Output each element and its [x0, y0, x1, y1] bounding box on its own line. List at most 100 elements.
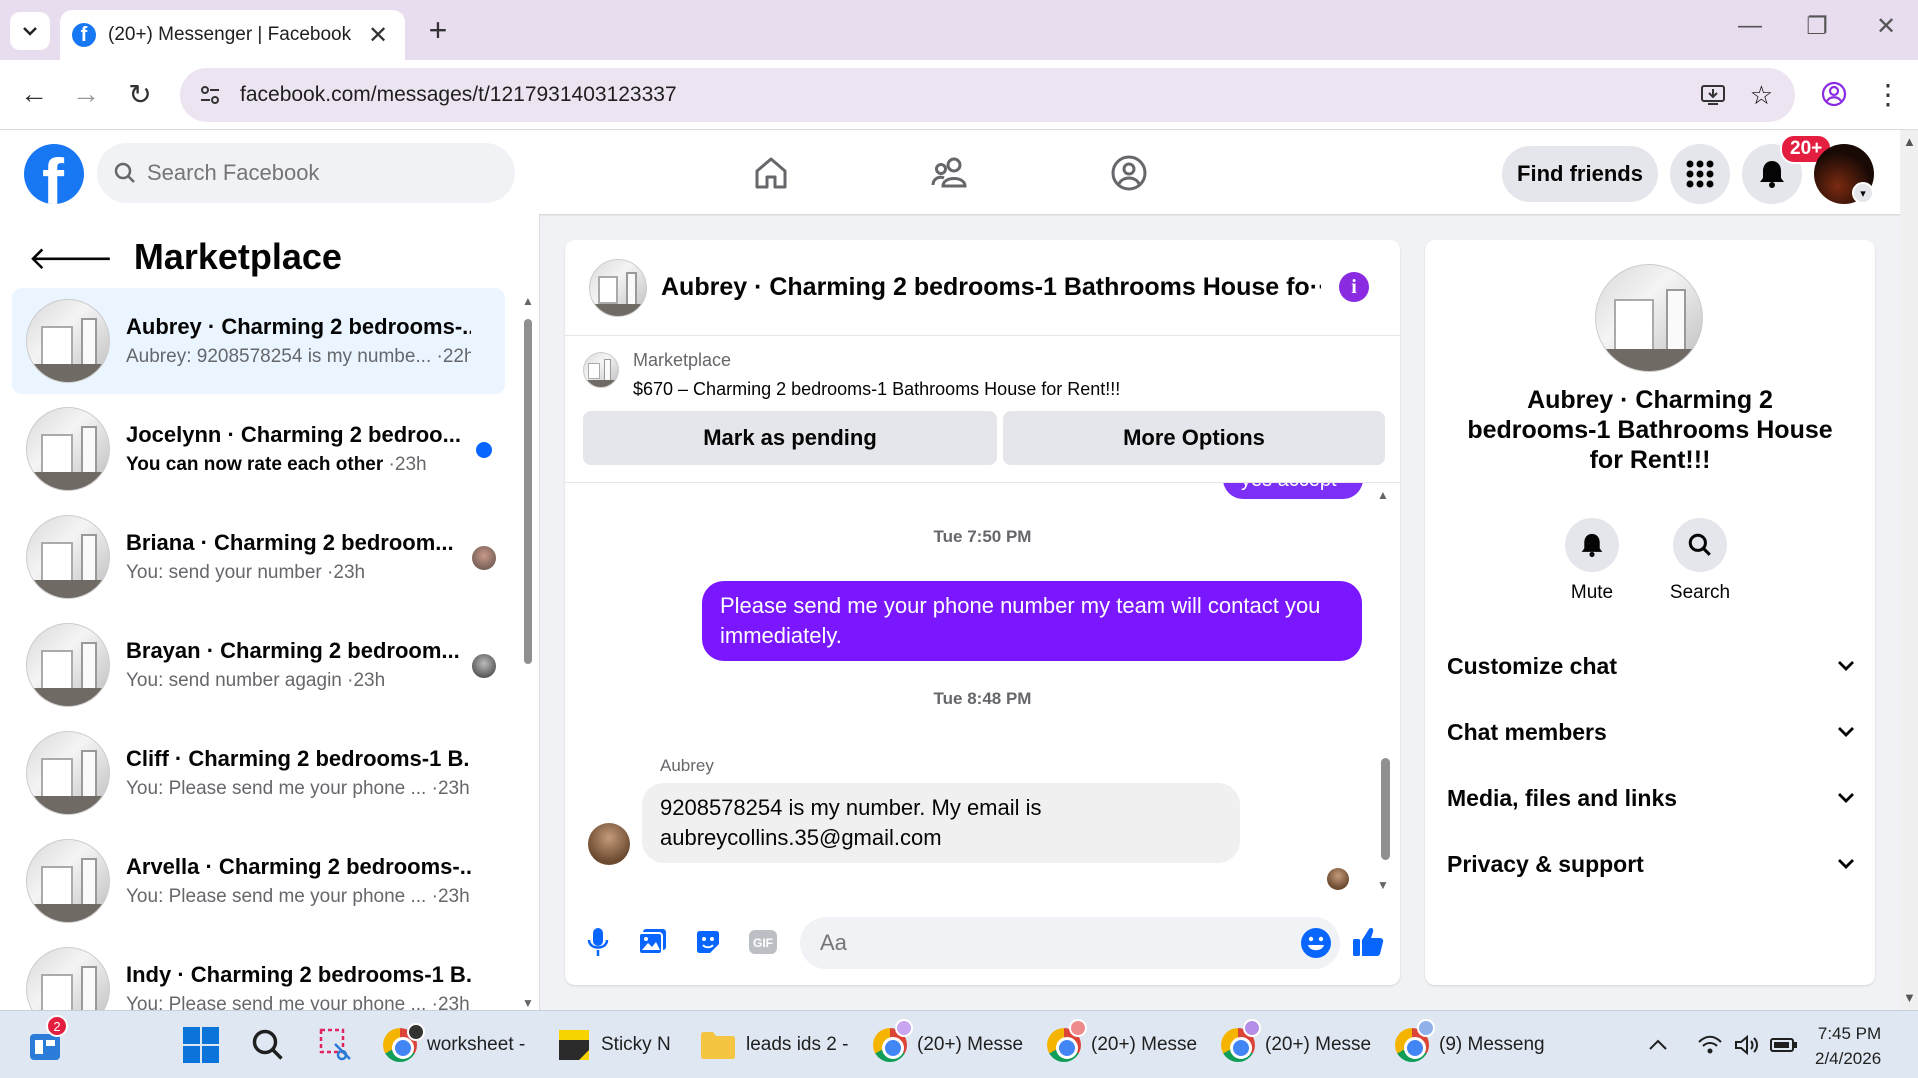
chat-listing-thumbnail[interactable]: [589, 258, 647, 317]
chevron-down-icon: [1838, 727, 1854, 737]
unread-indicator: [476, 442, 492, 458]
new-tab-button[interactable]: +: [420, 12, 456, 49]
menu-grid-button[interactable]: [1670, 144, 1730, 204]
search-conversation-button[interactable]: Search: [1660, 518, 1740, 604]
chevron-down-icon: [1838, 793, 1854, 803]
taskbar-app-file-explorer[interactable]: leads ids 2 -: [700, 1023, 848, 1067]
privacy-support-row[interactable]: Privacy & support: [1447, 844, 1855, 884]
listing-banner[interactable]: Marketplace $670 – Charming 2 bedrooms-1…: [583, 350, 1120, 400]
tab-close-icon[interactable]: ✕: [363, 21, 393, 50]
search-label: Search: [1669, 582, 1731, 603]
conversation-item[interactable]: Jocelynn · Charming 2 bedroo... You can …: [12, 396, 505, 502]
conversation-list-scrollbar[interactable]: ▲ ▼: [522, 294, 534, 1010]
groups-icon[interactable]: [1106, 150, 1152, 196]
photo-icon[interactable]: [635, 924, 671, 960]
scroll-down-icon[interactable]: ▼: [1903, 990, 1916, 1005]
conversation-preview: You: Please send me your phone ...: [126, 778, 427, 799]
start-button[interactable]: [182, 1023, 220, 1067]
info-icon[interactable]: i: [1339, 272, 1369, 302]
listing-thumbnail: [26, 623, 110, 707]
conversation-item[interactable]: Aubrey · Charming 2 bedrooms-... Aubrey:…: [12, 288, 505, 394]
microphone-icon[interactable]: [580, 924, 616, 960]
customize-chat-row[interactable]: Customize chat: [1447, 646, 1855, 686]
system-clock[interactable]: 7:45 PM 2/4/2026: [1815, 1021, 1881, 1071]
wifi-icon[interactable]: [1697, 1023, 1723, 1067]
page-scrollbar[interactable]: ▲ ▼: [1900, 130, 1918, 1010]
conversation-item[interactable]: Briana · Charming 2 bedroom... You: send…: [12, 504, 505, 610]
scroll-down-icon[interactable]: ▼: [522, 996, 534, 1010]
facebook-search-bar[interactable]: [97, 143, 515, 203]
install-app-icon[interactable]: [1700, 83, 1726, 107]
scrollbar-thumb[interactable]: [524, 319, 532, 664]
widgets-badge: 2: [46, 1015, 68, 1037]
back-arrow-icon[interactable]: 🡐: [28, 238, 114, 277]
reload-icon[interactable]: ↻: [120, 74, 160, 114]
taskbar-app-chrome-messenger[interactable]: (20+) Messe: [1047, 1019, 1197, 1067]
message-input[interactable]: [820, 930, 1260, 956]
url-text[interactable]: facebook.com/messages/t/1217931403123337: [240, 83, 1700, 107]
message-scrollbar[interactable]: ▲ ▼: [1377, 488, 1393, 896]
more-options-button[interactable]: More Options: [1003, 411, 1385, 465]
forward-icon[interactable]: →: [66, 74, 106, 114]
scroll-up-icon[interactable]: ▲: [1903, 134, 1916, 149]
conversation-title: Jocelynn · Charming 2 bedroo...: [126, 422, 461, 447]
search-icon: [1688, 533, 1711, 556]
home-icon[interactable]: [748, 150, 794, 196]
facebook-search-input[interactable]: [147, 160, 477, 186]
clock-date: 2/4/2026: [1815, 1049, 1882, 1068]
bookmark-star-icon[interactable]: ☆: [1750, 80, 1773, 111]
scroll-up-icon[interactable]: ▲: [522, 294, 534, 308]
chat-panel: Aubrey · Charming 2 bedrooms-1 Bathrooms…: [565, 240, 1400, 985]
friends-icon[interactable]: [927, 150, 973, 196]
sticky-notes-icon: [559, 1030, 589, 1060]
taskbar-search-button[interactable]: [250, 1023, 286, 1067]
taskbar-app-chrome-worksheet[interactable]: worksheet -: [383, 1023, 525, 1067]
find-friends-button[interactable]: Find friends: [1502, 146, 1658, 202]
conversation-item[interactable]: Cliff · Charming 2 bedrooms-1 B... You: …: [12, 720, 505, 826]
incoming-message-bubble[interactable]: 9208578254 is my number. My email is aub…: [642, 783, 1240, 863]
widgets-button[interactable]: 2: [28, 1015, 68, 1067]
emoji-icon[interactable]: [1300, 927, 1332, 959]
scrollbar-thumb[interactable]: [1381, 758, 1390, 860]
message-input-box[interactable]: [800, 917, 1340, 969]
mute-button[interactable]: Mute: [1552, 518, 1632, 604]
profile-icon[interactable]: [1814, 74, 1854, 114]
outgoing-message-bubble[interactable]: Please send me your phone number my team…: [702, 581, 1362, 661]
taskbar-app-label: (20+) Messe: [1265, 1034, 1372, 1055]
show-hidden-icons-chevron-icon[interactable]: [1648, 1023, 1668, 1067]
battery-icon[interactable]: [1770, 1023, 1798, 1067]
browser-menu-icon[interactable]: ⋮: [1868, 74, 1908, 114]
media-files-links-row[interactable]: Media, files and links: [1447, 778, 1855, 818]
taskbar-app-chrome-messenger[interactable]: (20+) Messe: [1221, 1019, 1372, 1067]
minimize-icon[interactable]: —: [1730, 12, 1770, 40]
conversation-item[interactable]: Indy · Charming 2 bedrooms-1 B... You: P…: [12, 936, 505, 1010]
conversation-item[interactable]: Arvella · Charming 2 bedrooms-... You: P…: [12, 828, 505, 934]
address-bar[interactable]: facebook.com/messages/t/1217931403123337…: [180, 68, 1795, 122]
site-settings-icon[interactable]: [180, 83, 240, 107]
snipping-tool-button[interactable]: [318, 1023, 354, 1067]
volume-icon[interactable]: [1734, 1023, 1760, 1067]
chat-members-row[interactable]: Chat members: [1447, 712, 1855, 752]
account-chevron-icon[interactable]: ▾: [1852, 182, 1874, 204]
gif-icon[interactable]: GIF: [745, 924, 781, 960]
scroll-down-icon[interactable]: ▼: [1377, 878, 1389, 892]
tab-search-button[interactable]: [10, 12, 50, 50]
sender-name: Aubrey: [660, 756, 714, 775]
sender-avatar[interactable]: [588, 823, 630, 865]
mark-as-pending-button[interactable]: Mark as pending: [583, 411, 997, 465]
facebook-logo-icon[interactable]: f: [24, 144, 84, 204]
back-icon[interactable]: ←: [14, 74, 54, 114]
scroll-up-icon[interactable]: ▲: [1377, 488, 1389, 502]
taskbar-app-sticky-notes[interactable]: Sticky N: [557, 1023, 671, 1067]
taskbar-app-label: (9) Messeng: [1439, 1034, 1545, 1055]
window-close-icon[interactable]: ✕: [1866, 12, 1906, 41]
sticker-icon[interactable]: [690, 924, 726, 960]
conversation-item[interactable]: Brayan · Charming 2 bedroom... You: send…: [12, 612, 505, 718]
taskbar-app-label: leads ids 2 -: [746, 1034, 849, 1055]
taskbar-app-chrome-messenger[interactable]: (20+) Messe: [873, 1019, 1023, 1067]
taskbar-app-chrome-messenger[interactable]: (9) Messeng: [1395, 1019, 1545, 1067]
chat-title[interactable]: Aubrey · Charming 2 bedrooms-1 Bathrooms…: [661, 273, 1321, 302]
thumbs-up-icon[interactable]: [1350, 924, 1386, 960]
browser-tab-messenger[interactable]: f (20+) Messenger | Facebook ✕: [60, 10, 405, 60]
restore-icon[interactable]: ❐: [1797, 12, 1837, 41]
